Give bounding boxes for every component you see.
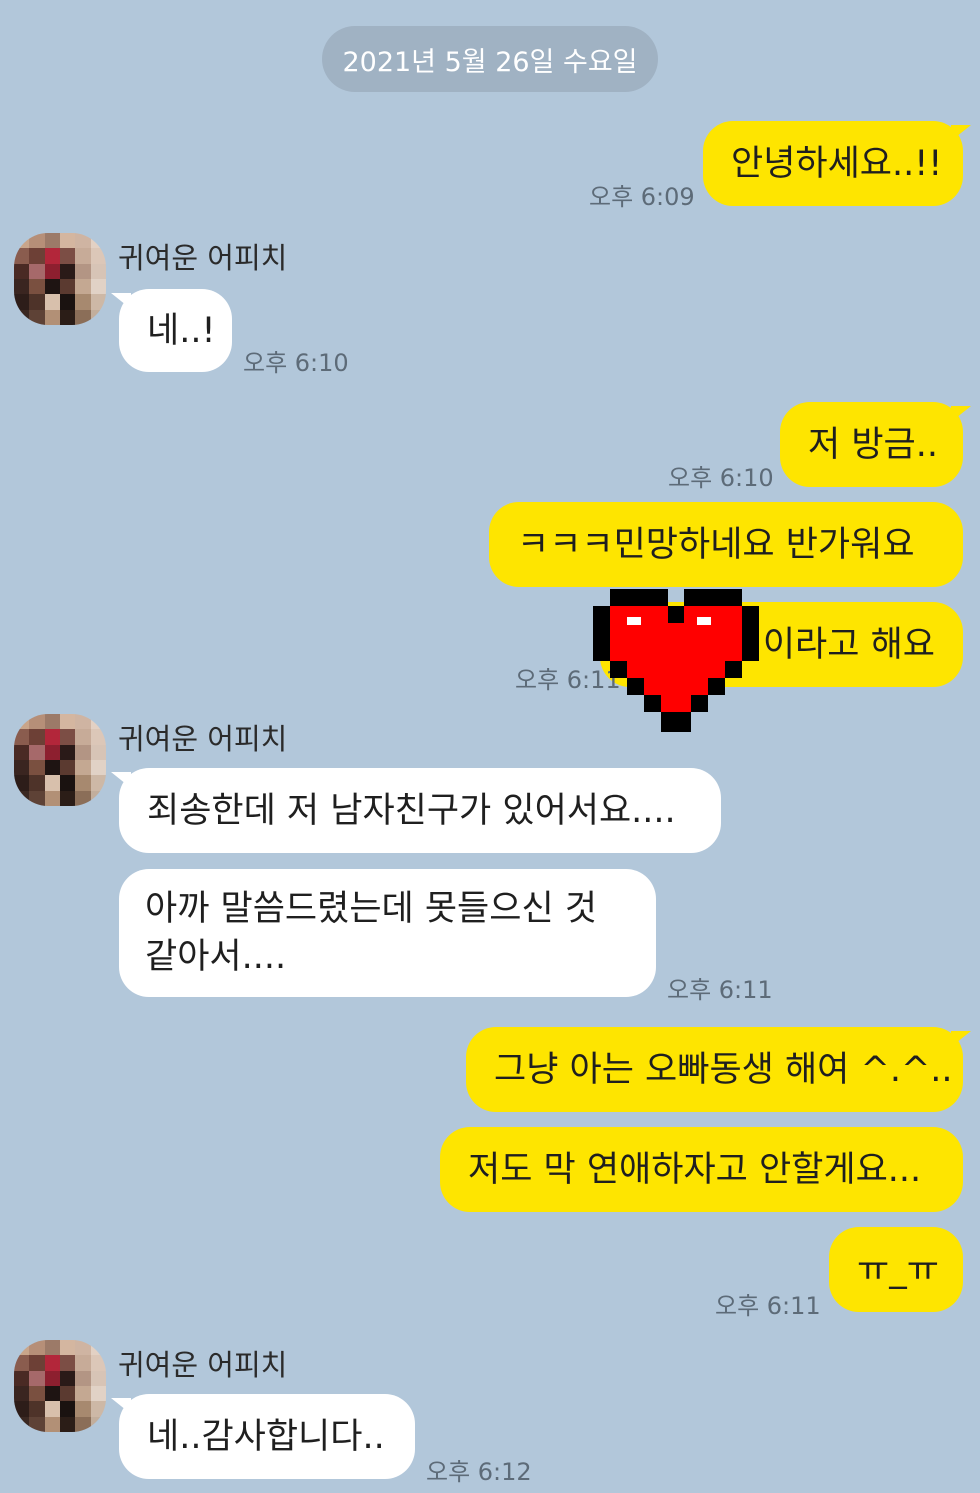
my-message-bubble[interactable]: 그냥 아는 오빠동생 해여 ^.^..	[466, 1027, 971, 1112]
contact-avatar[interactable]	[14, 1340, 106, 1432]
message-text: ㅋㅋㅋ민망하네요 반가워요	[517, 524, 915, 565]
message-timestamp: 오후 6:09	[589, 183, 695, 211]
contact-name: 귀여운 어피치	[118, 241, 288, 275]
message-timestamp: 오후 6:11	[715, 1292, 821, 1320]
my-message-bubble[interactable]: 저도 막 연애하자고 안할게요...	[440, 1127, 963, 1212]
my-message-bubble[interactable]: ㅋㅋㅋ민망하네요 반가워요	[489, 502, 963, 587]
contact-avatar[interactable]	[14, 233, 106, 325]
message-text: 저 방금..	[808, 424, 938, 465]
message-text: 저도 막 연애하자고 안할게요...	[468, 1149, 922, 1190]
contact-message-bubble[interactable]: 아까 말씀드렸는데 못들으신 것 같아서....	[119, 869, 656, 997]
pixel-heart-sticker-icon	[593, 589, 759, 732]
message-text: 네..감사합니다..	[147, 1416, 385, 1457]
message-text: 안녕하세요..!!	[731, 143, 943, 184]
message-timestamp: 오후 6:11	[667, 976, 773, 1004]
contact-name: 귀여운 어피치	[118, 1348, 288, 1382]
message-timestamp: 오후 6:10	[243, 349, 349, 377]
message-text: ㅠ_ㅠ	[857, 1249, 939, 1290]
date-divider: 2021년 5월 26일 수요일	[322, 26, 658, 92]
contact-message-bubble[interactable]: 죄송한데 저 남자친구가 있어서요....	[111, 768, 721, 853]
my-message-bubble[interactable]: ㅠ_ㅠ	[829, 1227, 963, 1312]
message-text: 네..!	[147, 310, 216, 351]
message-text: 죄송한데 저 남자친구가 있어서요....	[147, 790, 676, 831]
my-message-bubble[interactable]: 저 방금..	[780, 402, 971, 487]
message-timestamp: 오후 6:10	[668, 464, 774, 492]
message-text: 아까 말씀드렸는데 못들으신 것 같아서....	[145, 889, 597, 977]
message-text: 그냥 아는 오빠동생 해여 ^.^..	[494, 1049, 953, 1090]
my-message-bubble[interactable]: 안녕하세요..!!	[703, 121, 971, 206]
contact-message-bubble[interactable]: 네..감사합니다..	[111, 1394, 415, 1479]
message-timestamp: 오후 6:12	[426, 1458, 532, 1486]
message-text: 이라고 해요	[762, 624, 935, 665]
contact-message-bubble[interactable]: 네..!	[111, 289, 232, 372]
contact-avatar[interactable]	[14, 714, 106, 806]
contact-name: 귀여운 어피치	[118, 722, 288, 756]
